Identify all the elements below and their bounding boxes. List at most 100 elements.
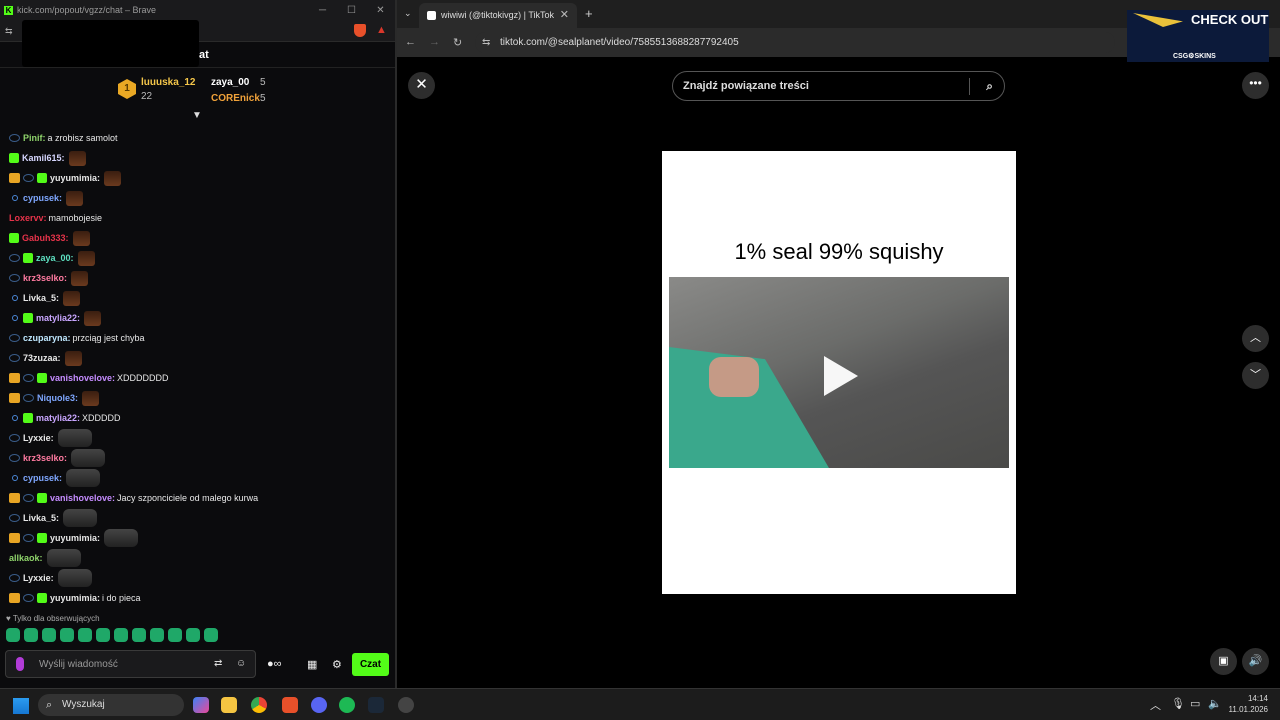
- expand-chevron-icon[interactable]: ▼: [192, 110, 202, 121]
- tab-tiktok[interactable]: wiwiwi (@tiktokivgz) | TikTok ✕: [419, 3, 577, 28]
- emote-icon[interactable]: [150, 628, 164, 642]
- chat-username[interactable]: matylia22:: [36, 313, 80, 323]
- emote-icon[interactable]: [60, 628, 74, 642]
- chrome-icon[interactable]: [251, 697, 267, 713]
- chat-username[interactable]: yuyumimia:: [50, 533, 100, 543]
- send-chat-button[interactable]: Czat: [352, 653, 389, 676]
- discord-icon[interactable]: [311, 697, 327, 713]
- emote-icon[interactable]: [204, 628, 218, 642]
- search-input[interactable]: Znajdź powiązane treści ⌕: [672, 71, 1005, 101]
- green-badge-icon: [37, 173, 47, 183]
- volume-icon[interactable]: 🔊: [1242, 648, 1269, 675]
- brave-rewards-icon[interactable]: ▲: [376, 24, 388, 36]
- chat-username[interactable]: Loxervv:: [9, 213, 47, 223]
- tray-chevron-icon[interactable]: ︿: [1150, 697, 1161, 713]
- site-info-icon[interactable]: ⇆: [482, 32, 490, 53]
- dot-badge-icon: [12, 475, 18, 481]
- settings-gear-icon[interactable]: ⚙: [332, 658, 342, 671]
- chat-username[interactable]: matylia22:: [36, 413, 80, 423]
- chat-username[interactable]: vanishovelove:: [50, 493, 115, 503]
- previous-video-button[interactable]: ︿: [1242, 325, 1269, 352]
- chat-username[interactable]: 73zuzaa:: [23, 353, 61, 363]
- site-settings-icon[interactable]: ⇆: [5, 26, 13, 37]
- back-icon[interactable]: ←: [405, 36, 416, 48]
- chat-username[interactable]: Lyxxie:: [23, 573, 54, 583]
- pip-icon[interactable]: ▣: [1210, 648, 1237, 675]
- maximize-button[interactable]: ☐: [337, 5, 366, 16]
- chat-username[interactable]: cypusek:: [23, 473, 62, 483]
- url-field[interactable]: ⇆ tiktok.com/@sealplanet/video/758551368…: [475, 32, 1115, 53]
- dot-badge-icon: [12, 415, 18, 421]
- chat-username[interactable]: Lyxxie:: [23, 433, 54, 443]
- close-window-button[interactable]: ✕: [366, 5, 395, 16]
- reload-icon[interactable]: ↻: [453, 36, 462, 49]
- chat-username[interactable]: Pinif:: [23, 133, 46, 143]
- video-player[interactable]: 1% seal 99% squishy: [662, 151, 1016, 594]
- chat-username[interactable]: zaya_00:: [36, 253, 74, 263]
- copilot-icon[interactable]: [193, 697, 209, 713]
- taskbar-search[interactable]: ⌕ Wyszukaj: [38, 694, 184, 716]
- chat-username[interactable]: Livka_5:: [23, 293, 59, 303]
- chat-username[interactable]: allkaok:: [9, 553, 43, 563]
- windows-start-icon[interactable]: [13, 698, 29, 714]
- ad-banner[interactable]: CHECK OUT CSG⚙SKINS: [1127, 10, 1269, 62]
- tab-close-icon[interactable]: ✕: [560, 3, 569, 28]
- chat-username[interactable]: czuparyna:: [23, 333, 71, 343]
- chat-username[interactable]: Niquole3:: [37, 393, 78, 403]
- emote-icon[interactable]: [42, 628, 56, 642]
- points-icon[interactable]: ●∞: [267, 658, 282, 670]
- brave-icon[interactable]: [282, 697, 298, 713]
- chat-username[interactable]: cypusek:: [23, 193, 62, 203]
- emote-icon[interactable]: [6, 628, 20, 642]
- tray-volume-icon[interactable]: 🔈: [1208, 697, 1222, 710]
- emote-icon[interactable]: [24, 628, 38, 642]
- more-options-button[interactable]: •••: [1242, 72, 1269, 99]
- new-tab-button[interactable]: +: [585, 6, 593, 21]
- leader-first-name[interactable]: luuuska_12: [141, 77, 195, 88]
- emote-icon[interactable]: [78, 628, 92, 642]
- emote-icon[interactable]: [132, 628, 146, 642]
- brave-shield-icon[interactable]: [354, 24, 366, 37]
- translate-icon[interactable]: ⇄: [214, 658, 222, 669]
- play-icon[interactable]: [824, 356, 858, 396]
- video-frame[interactable]: [669, 277, 1009, 468]
- green-badge-icon: [37, 533, 47, 543]
- chat-username[interactable]: krz3selko:: [23, 273, 67, 283]
- forward-icon[interactable]: →: [429, 36, 440, 48]
- tray-mic-icon[interactable]: 🎙: [1171, 697, 1185, 710]
- system-clock[interactable]: 14:14 11.01.2026: [1228, 693, 1268, 715]
- emote-icon[interactable]: [114, 628, 128, 642]
- tab-list-icon[interactable]: ⌄: [404, 8, 412, 19]
- chat-title: at: [199, 49, 209, 61]
- chat-username[interactable]: vanishovelove:: [50, 373, 115, 383]
- obs-icon[interactable]: [398, 697, 414, 713]
- leader-second-name[interactable]: zaya_00: [211, 77, 249, 88]
- close-video-button[interactable]: ✕: [408, 72, 435, 99]
- chat-username[interactable]: krz3selko:: [23, 453, 67, 463]
- leader-third-name[interactable]: COREnick: [211, 93, 260, 104]
- sub-badge-icon: [9, 254, 20, 262]
- emote-icon[interactable]: [96, 628, 110, 642]
- chat-text: przciąg jest chyba: [72, 333, 145, 343]
- chat-username[interactable]: Kamil615:: [22, 153, 65, 163]
- kick-titlebar: K kick.com/popout/vgzz/chat – Brave ─ ☐ …: [0, 0, 395, 20]
- chat-username[interactable]: Gabuh333:: [22, 233, 69, 243]
- chat-input[interactable]: Wyślij wiadomość ⇄ ☺: [5, 650, 256, 678]
- minimize-button[interactable]: ─: [308, 5, 337, 16]
- chat-username[interactable]: Livka_5:: [23, 513, 59, 523]
- steam-icon[interactable]: [368, 697, 384, 713]
- chat-username[interactable]: yuyumimia:: [50, 173, 100, 183]
- emoji-icon[interactable]: ☺: [236, 658, 246, 669]
- store-icon[interactable]: ▦: [307, 658, 317, 671]
- emote-icon[interactable]: [168, 628, 182, 642]
- chat-username[interactable]: yuyumimia:: [50, 593, 100, 603]
- tray-network-icon[interactable]: ▭: [1190, 697, 1200, 710]
- search-icon[interactable]: ⌕: [986, 72, 993, 101]
- chat-message: allkaok:: [0, 548, 392, 568]
- mic-icon[interactable]: [16, 657, 24, 671]
- emote-icon[interactable]: [186, 628, 200, 642]
- next-video-button[interactable]: ﹀: [1242, 362, 1269, 389]
- spotify-icon[interactable]: [339, 697, 355, 713]
- sub-badge-icon: [9, 574, 20, 582]
- file-explorer-icon[interactable]: [221, 697, 237, 713]
